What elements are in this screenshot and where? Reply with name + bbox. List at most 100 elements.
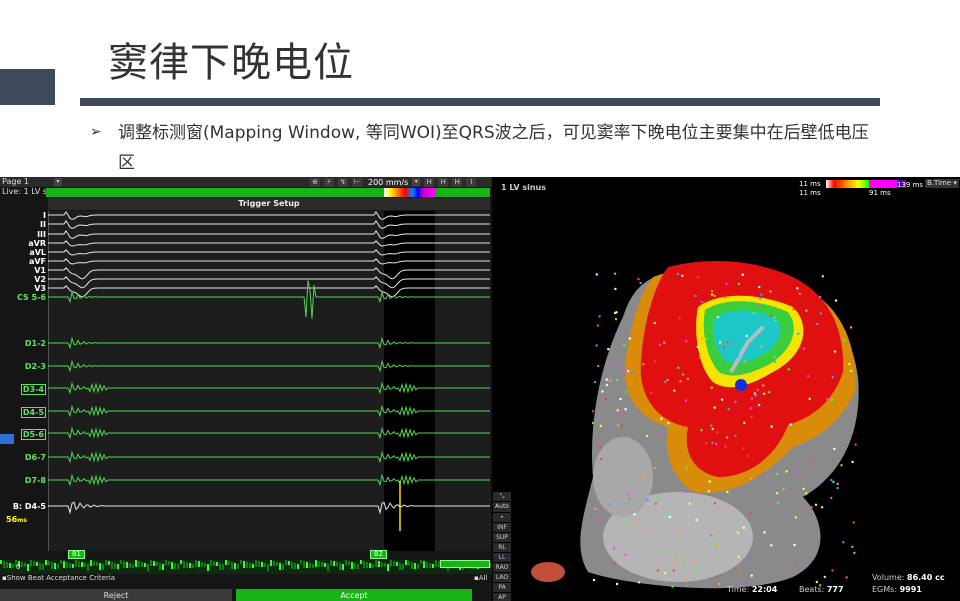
beat-tick: [363, 561, 365, 568]
beat-tick: [258, 561, 260, 567]
trace-line: [48, 267, 490, 280]
auto-button[interactable]: Auto: [493, 502, 511, 512]
channel-label[interactable]: I: [43, 211, 46, 220]
beat-tick: [390, 560, 392, 566]
channel-label[interactable]: V1: [34, 266, 46, 275]
channel-label[interactable]: D2-3: [25, 362, 46, 371]
page-label: Page 1: [2, 177, 29, 186]
channel-label[interactable]: D4-5: [20, 407, 46, 418]
sample-point: [596, 324, 600, 327]
sample-point: [793, 470, 796, 474]
channel-label[interactable]: D6-7: [25, 453, 46, 462]
view-button-pa[interactable]: PA: [493, 583, 511, 592]
view-button-rao[interactable]: RAO: [493, 563, 511, 572]
trace-line: [48, 280, 490, 319]
sample-point: [718, 341, 722, 344]
page-dropdown-icon[interactable]: ▾: [54, 178, 62, 186]
beat-tick: [273, 561, 275, 566]
beat-tick: [189, 563, 191, 568]
channel-label[interactable]: aVL: [29, 248, 46, 257]
accept-button[interactable]: Accept: [236, 589, 472, 601]
sample-point: [845, 576, 848, 579]
view-button-lao[interactable]: LAO: [493, 573, 511, 582]
channel-label[interactable]: D5-6: [20, 429, 46, 440]
channel-label[interactable]: III: [37, 230, 46, 239]
beat-marker-82[interactable]: 82: [370, 550, 387, 559]
sample-point: [802, 487, 805, 490]
beat-tick: [147, 564, 149, 571]
channel-label[interactable]: aVF: [29, 257, 46, 266]
woi-color-band: [384, 188, 436, 197]
rotate-icon[interactable]: ⤡: [493, 492, 511, 501]
beat-marker-81[interactable]: 81: [68, 550, 85, 559]
beat-tick: [420, 560, 422, 564]
beat-tick: [231, 562, 233, 569]
all-checkbox[interactable]: ▪All: [474, 574, 487, 582]
lv-3d-map[interactable]: [493, 177, 960, 601]
beat-tick: [186, 562, 188, 568]
view-button-rl[interactable]: RL: [493, 543, 511, 552]
dot-icon[interactable]: •: [493, 513, 511, 522]
beat-tick: [201, 562, 203, 567]
trigger-setup-bar[interactable]: Trigger Setup: [48, 198, 490, 210]
sample-point: [816, 322, 819, 326]
channel-label[interactable]: V3: [34, 284, 46, 293]
beat-tick: [237, 564, 239, 569]
zoom-icon[interactable]: ⊕: [310, 177, 320, 187]
h-tool-3-icon[interactable]: H: [452, 177, 463, 187]
beat-tick: [321, 562, 323, 567]
caliper-icon[interactable]: ↯: [338, 177, 348, 187]
sample-point: [599, 424, 602, 428]
sample-point: [685, 491, 688, 494]
view-button-inf[interactable]: INF: [493, 523, 511, 532]
beat-tick: [261, 562, 263, 567]
reject-button[interactable]: Reject: [0, 589, 232, 601]
channel-label[interactable]: aVR: [28, 239, 46, 248]
h-tool-1-icon[interactable]: H: [424, 177, 435, 187]
beat-tick: [327, 564, 329, 571]
sample-point: [724, 295, 727, 298]
beat-end-marker[interactable]: [440, 560, 490, 568]
channel-label[interactable]: B: D4-5: [13, 502, 46, 511]
channel-label[interactable]: D1-2: [25, 339, 46, 348]
sample-point: [745, 558, 749, 561]
view-button-sup[interactable]: SUP: [493, 533, 511, 542]
h-tool-2-icon[interactable]: H: [438, 177, 449, 187]
beat-tick: [129, 563, 131, 568]
sweep-speed[interactable]: 200 mm/s: [368, 178, 408, 187]
sample-point: [693, 561, 697, 564]
sample-point: [726, 490, 729, 494]
cursor-icon[interactable]: ⚡: [324, 177, 334, 187]
sample-point: [727, 407, 730, 411]
beat-tick: [318, 561, 320, 567]
speed-dropdown-icon[interactable]: ▾: [412, 178, 421, 186]
channel-label[interactable]: D7-8: [25, 476, 46, 485]
channel-label[interactable]: V2: [34, 275, 46, 284]
sample-point: [605, 378, 608, 381]
sample-point: [753, 392, 756, 395]
trace-line: [48, 285, 490, 298]
view-button-ll[interactable]: LL: [493, 553, 511, 562]
sample-point: [759, 297, 762, 300]
beat-tick: [372, 564, 374, 568]
sample-point: [843, 339, 846, 342]
sample-point: [849, 326, 853, 329]
channel-label[interactable]: II: [40, 220, 46, 229]
time-readout: Time: 22:04: [727, 585, 778, 594]
sample-point: [807, 375, 810, 378]
criteria-checkbox[interactable]: ▪Show Beat Acceptance Criteria: [2, 574, 115, 582]
channel-label[interactable]: D3-4: [20, 384, 46, 395]
sample-point: [624, 370, 628, 373]
sample-point: [710, 293, 714, 296]
beat-tick: [351, 562, 353, 569]
i-tool-icon[interactable]: I: [466, 177, 477, 187]
bullet-text: 调整标测窗(Mapping Window, 等同WOI)至QRS波之后，可见窦率…: [118, 123, 869, 173]
marker-icon[interactable]: ⊢: [352, 177, 362, 187]
beat-tick: [108, 561, 110, 565]
trace-line: [48, 450, 490, 464]
view-button-ap[interactable]: AP: [493, 593, 511, 601]
sample-point: [716, 542, 719, 546]
beat-tick: [57, 564, 59, 569]
beat-tick: [36, 562, 38, 566]
channel-label[interactable]: CS 5-6: [17, 293, 46, 302]
